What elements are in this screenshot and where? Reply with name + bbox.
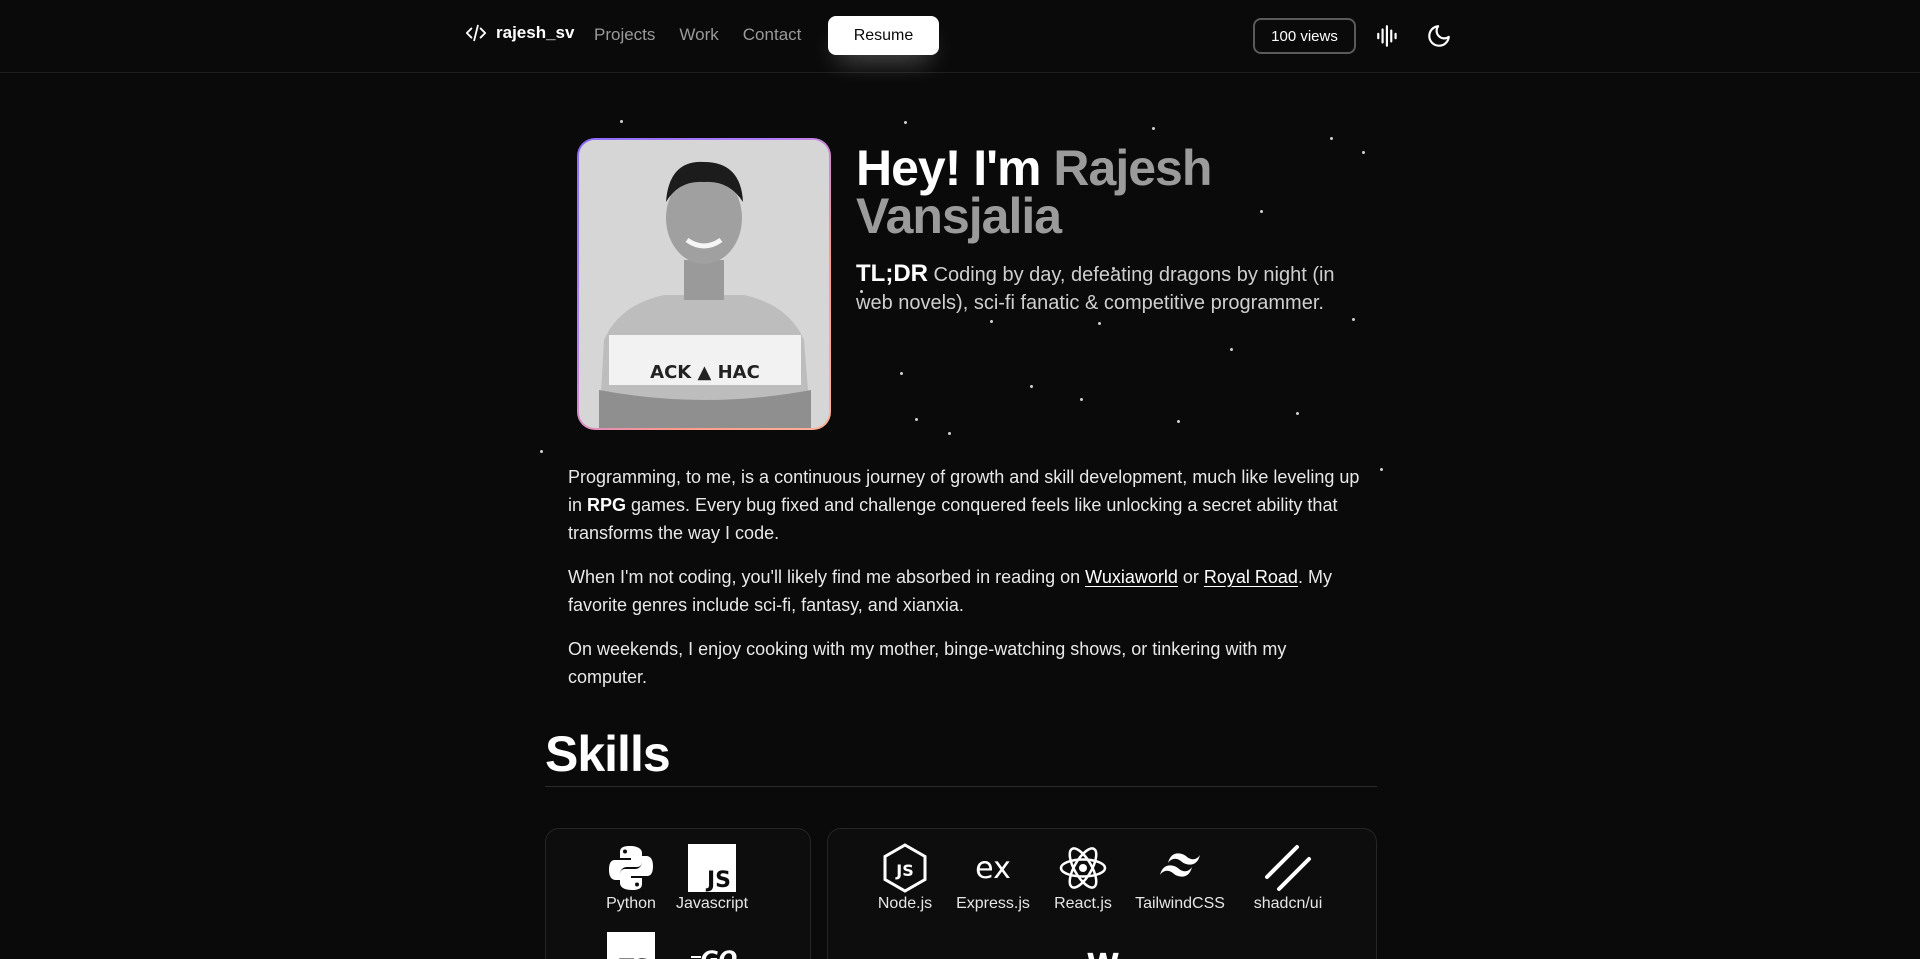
hero-tldr: TL;DR Coding by day, defeating dragons b… — [856, 260, 1356, 317]
nav-contact[interactable]: Contact — [743, 25, 802, 45]
webflow-icon: W — [1086, 948, 1119, 959]
about-text: or — [1177, 567, 1204, 587]
skill-nodejs: JS Node.js — [860, 843, 950, 913]
nav-work[interactable]: Work — [679, 25, 718, 45]
skill-label: Express.js — [956, 895, 1030, 912]
site-header: rajesh_sv Projects Work Contact Resume 1… — [0, 0, 1920, 73]
skill-label: Node.js — [877, 895, 933, 912]
shadcn-icon — [1265, 845, 1311, 891]
profile-portrait-image: ACK ▲ HAC — [579, 140, 829, 428]
skill-label: Javascript — [675, 895, 749, 912]
skill-javascript: JS Javascript — [667, 843, 757, 913]
svg-text:ex: ex — [975, 851, 1011, 886]
skills-frameworks-card: JS Node.js ex Express.js React.js Tailwi… — [827, 828, 1377, 959]
javascript-icon: JS — [688, 844, 736, 893]
skill-python: Python — [586, 843, 676, 913]
skill-expressjs: ex Express.js — [948, 843, 1038, 913]
tailwind-icon — [1160, 853, 1200, 877]
go-icon: GO — [691, 948, 737, 959]
about-paragraph-3: On weekends, I enjoy cooking with my mot… — [568, 639, 1287, 687]
code-icon — [465, 24, 487, 42]
skill-go: GO — [667, 931, 757, 959]
skills-divider — [545, 786, 1377, 787]
views-counter-badge: 100 views — [1253, 18, 1356, 54]
skill-label: Python — [606, 895, 656, 912]
resume-button[interactable]: Resume — [828, 16, 939, 55]
skills-languages-card: Python JS Javascript TS GO — [545, 828, 811, 959]
brand-link[interactable]: rajesh_sv — [465, 22, 574, 44]
hero-heading: Hey! I'm Rajesh Vansjalia — [856, 143, 1376, 241]
profile-photo: ACK ▲ HAC — [577, 138, 831, 430]
tldr-label: TL;DR — [856, 260, 928, 287]
about-section: Programming, to me, is a continuous jour… — [568, 463, 1368, 707]
skill-label: shadcn/ui — [1253, 895, 1323, 912]
brand-name: rajesh_sv — [496, 23, 575, 42]
nav-projects[interactable]: Projects — [594, 25, 655, 45]
nodejs-icon: JS — [883, 843, 927, 893]
svg-text:W: W — [1086, 948, 1119, 959]
skill-webflow: W — [1058, 937, 1148, 959]
react-icon — [1059, 847, 1107, 889]
skill-label: TailwindCSS — [1135, 895, 1225, 912]
expressjs-icon: ex — [975, 851, 1011, 886]
skill-shadcn-ui: shadcn/ui — [1243, 843, 1333, 913]
tldr-text: Coding by day, defeating dragons by nigh… — [856, 264, 1335, 314]
svg-text:JS: JS — [705, 868, 731, 893]
moon-icon[interactable] — [1426, 23, 1452, 49]
rpg-emphasis: RPG — [587, 495, 627, 515]
svg-text:GO: GO — [701, 948, 737, 959]
audio-waveform-icon[interactable] — [1375, 23, 1401, 49]
skill-label: React.js — [1054, 895, 1112, 912]
about-text: games. Every bug fixed and challenge con… — [568, 495, 1338, 543]
main-nav: Projects Work Contact — [594, 25, 801, 45]
python-icon — [609, 846, 653, 890]
royal-road-link[interactable]: Royal Road — [1204, 567, 1298, 587]
svg-text:JS: JS — [895, 861, 913, 880]
about-paragraph-1: Programming, to me, is a continuous jour… — [568, 463, 1368, 547]
svg-text:ACK ▲ HAC: ACK ▲ HAC — [650, 362, 760, 383]
typescript-icon: TS — [607, 932, 655, 959]
skill-typescript: TS — [586, 931, 676, 959]
skill-tailwindcss: TailwindCSS — [1135, 843, 1225, 913]
about-text: When I'm not coding, you'll likely find … — [568, 567, 1086, 587]
skills-heading: Skills — [545, 726, 671, 782]
about-paragraph-2: When I'm not coding, you'll likely find … — [568, 563, 1368, 619]
skill-react: React.js — [1038, 843, 1128, 913]
wuxiaworld-link[interactable]: Wuxiaworld — [1085, 567, 1178, 587]
